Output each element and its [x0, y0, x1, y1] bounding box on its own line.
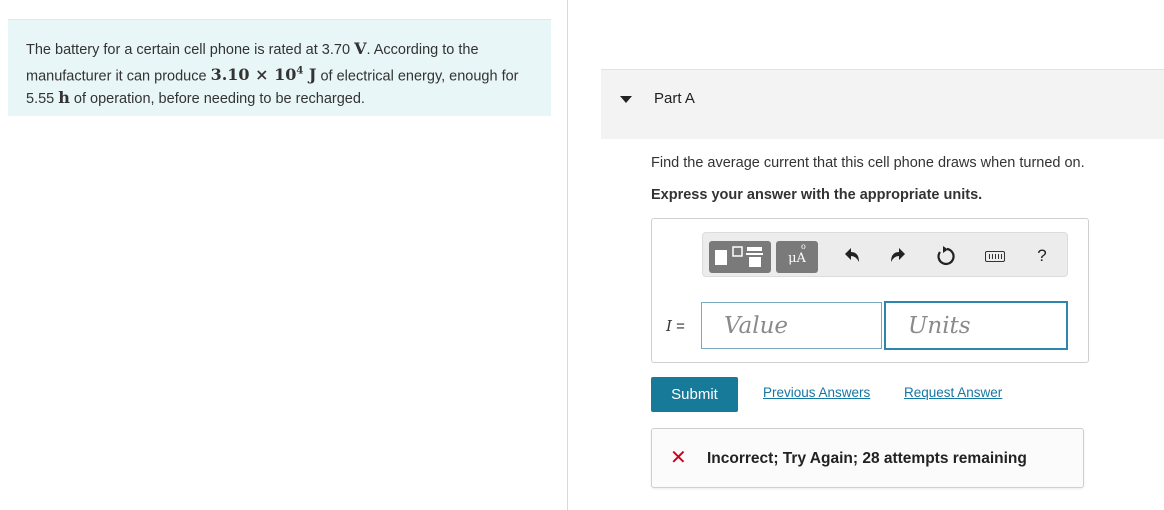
- energy-unit: J: [303, 65, 317, 85]
- submit-button[interactable]: Submit: [651, 377, 738, 412]
- part-a-header[interactable]: Part A: [601, 69, 1164, 139]
- redo-icon[interactable]: [887, 244, 911, 268]
- problem-text: The battery for a certain cell phone is …: [26, 38, 541, 110]
- math-toolbar: μA o ?: [702, 232, 1068, 277]
- problem-text-part: The battery for a certain cell phone is …: [26, 42, 355, 58]
- value-placeholder: Value: [724, 313, 788, 339]
- problem-text-part: of operation, before needing to be recha…: [69, 91, 365, 108]
- keyboard-icon[interactable]: [982, 244, 1006, 268]
- question-text: Find the average current that this cell …: [651, 155, 1085, 171]
- request-answer-link[interactable]: Request Answer: [904, 385, 1002, 400]
- variable-label: I =: [666, 317, 685, 335]
- units-icon[interactable]: μA o: [776, 241, 818, 273]
- feedback-message: Incorrect; Try Again; 28 attempts remain…: [707, 450, 1027, 467]
- units-button-label: μA: [788, 251, 806, 266]
- reset-icon[interactable]: [933, 244, 957, 268]
- energy-mantissa: 3.10 × 10: [210, 65, 297, 85]
- energy-value: 3.10 × 104 J: [211, 65, 317, 84]
- time-unit: h: [58, 88, 70, 108]
- instruction-text: Express your answer with the appropriate…: [651, 187, 983, 203]
- units-input[interactable]: Units: [884, 301, 1068, 350]
- units-placeholder: Units: [908, 313, 971, 339]
- problem-statement-box: The battery for a certain cell phone is …: [8, 19, 551, 116]
- templates-icon[interactable]: [709, 241, 771, 273]
- answer-box: μA o ? I = Value Units: [651, 218, 1089, 363]
- column-divider: [567, 0, 568, 510]
- collapse-caret-icon[interactable]: [620, 96, 632, 103]
- undo-icon[interactable]: [839, 244, 863, 268]
- keyboard-glyph: [985, 251, 1005, 262]
- voltage-unit: V: [354, 39, 367, 58]
- feedback-box: ✕ Incorrect; Try Again; 28 attempts rema…: [651, 428, 1084, 488]
- equals-sign: =: [671, 318, 685, 335]
- part-title: Part A: [654, 90, 695, 107]
- value-input[interactable]: Value: [701, 302, 882, 349]
- help-icon[interactable]: ?: [1030, 244, 1054, 268]
- incorrect-x-icon: ✕: [670, 447, 687, 469]
- units-ring-mark: o: [801, 242, 806, 251]
- previous-answers-link[interactable]: Previous Answers: [763, 385, 870, 400]
